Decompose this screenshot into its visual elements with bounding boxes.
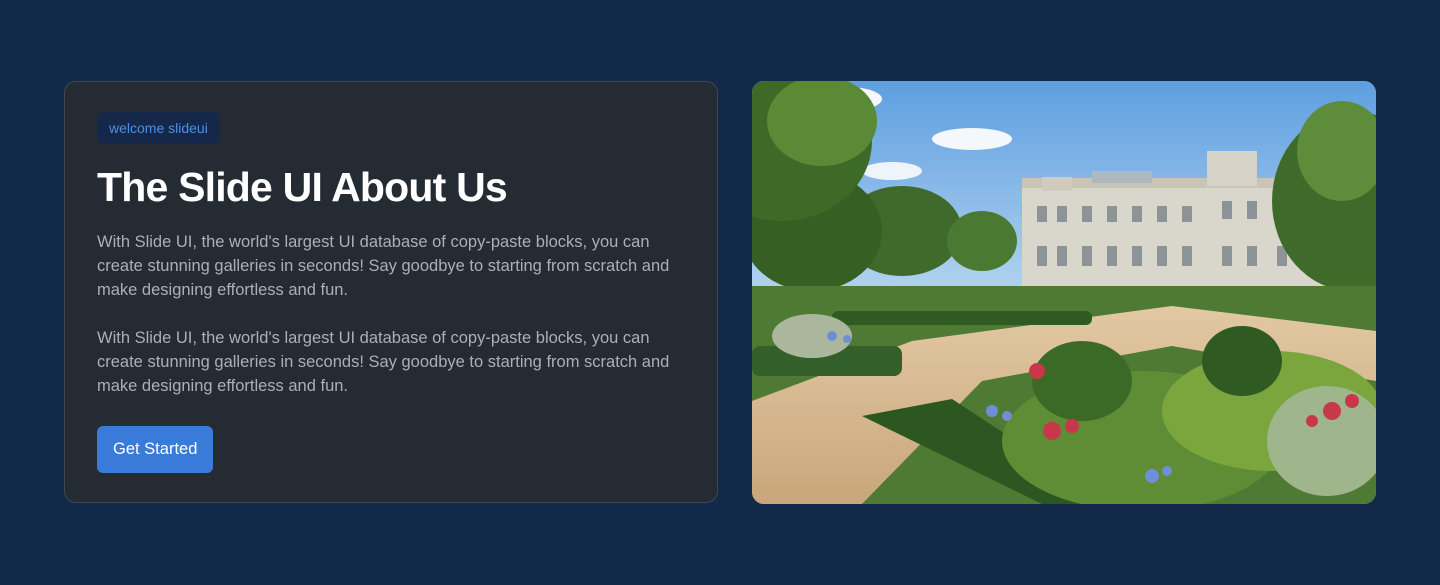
about-section: welcome slideui The Slide UI About Us Wi… bbox=[0, 0, 1440, 585]
garden-palace-illustration bbox=[752, 81, 1376, 504]
page-title: The Slide UI About Us bbox=[97, 164, 508, 210]
description-paragraph-1: With Slide UI, the world's largest UI da… bbox=[97, 233, 670, 299]
get-started-button[interactable]: Get Started bbox=[97, 426, 214, 473]
welcome-badge: welcome slideui bbox=[97, 112, 220, 144]
description-paragraph-2: With Slide UI, the world's largest UI da… bbox=[97, 329, 670, 395]
about-card: welcome slideui The Slide UI About Us Wi… bbox=[64, 81, 718, 503]
garden-palace-image bbox=[752, 81, 1376, 504]
